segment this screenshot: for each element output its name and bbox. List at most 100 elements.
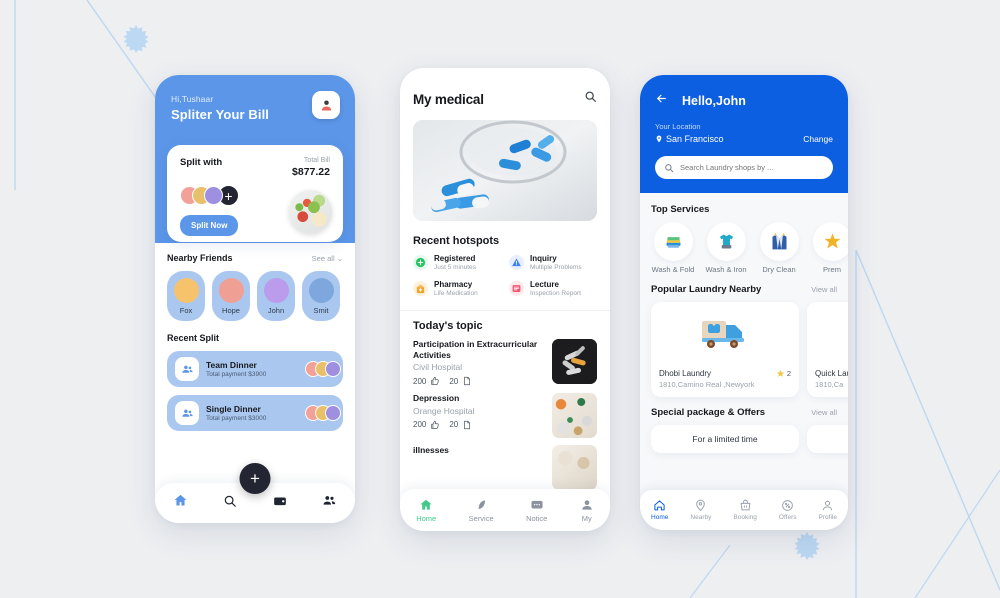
friend-name: John bbox=[267, 305, 285, 315]
nav-wallet-button[interactable] bbox=[273, 494, 287, 513]
split-subtitle: Total payment $3000 bbox=[206, 415, 267, 422]
service-label: Wash & Iron bbox=[705, 265, 747, 274]
nav-item-profile[interactable]: Profile bbox=[819, 499, 837, 521]
search-icon bbox=[665, 163, 674, 172]
recent-split-row[interactable]: Team Dinner Total payment $3900 bbox=[167, 351, 343, 387]
friend-name: Smit bbox=[313, 305, 329, 315]
topic-hospital: Orange Hospital bbox=[413, 405, 475, 416]
nav-home-button[interactable] bbox=[173, 493, 188, 513]
add-split-fab[interactable]: + bbox=[239, 463, 271, 494]
hotspot-item-pharmacy[interactable]: Pharmacy Life Medication bbox=[413, 280, 501, 297]
hotspot-item-inquiry[interactable]: Inquiry Multiple Problems bbox=[509, 254, 597, 271]
recent-split-row[interactable]: Single Dinner Total payment $3000 bbox=[167, 395, 343, 431]
people-icon bbox=[323, 496, 336, 505]
greeting-text: Hello,John bbox=[682, 94, 746, 108]
split-member-avatars bbox=[305, 405, 341, 421]
home-icon bbox=[654, 500, 665, 511]
map-pin-icon bbox=[656, 135, 662, 143]
recent-split-title: Recent Split bbox=[167, 333, 220, 343]
phone-laundry-app: Hello,John Your Location San Francisco C… bbox=[640, 75, 848, 530]
special-offers-title: Special package & Offers bbox=[651, 407, 766, 418]
nav-item-booking[interactable]: Booking bbox=[733, 499, 757, 521]
nav-item-home[interactable]: Home bbox=[416, 498, 436, 523]
total-bill-label: Total Bill bbox=[303, 157, 330, 164]
service-item-premium[interactable]: Prem bbox=[810, 222, 848, 274]
offer-card[interactable]: For a limited time bbox=[651, 425, 799, 453]
star-icon bbox=[776, 369, 784, 377]
top-services-title: Top Services bbox=[651, 204, 710, 215]
home-icon bbox=[174, 494, 187, 506]
nav-item-service[interactable]: Service bbox=[469, 498, 494, 523]
nav-item-notice[interactable]: Notice bbox=[526, 498, 547, 523]
friend-item[interactable]: John bbox=[257, 271, 295, 321]
split-now-button[interactable]: Split Now bbox=[180, 215, 239, 236]
split-member-avatars bbox=[305, 361, 341, 377]
hotspots-grid: Registered Just 5 minutes Inquiry Multip… bbox=[413, 254, 597, 297]
section-divider bbox=[400, 310, 610, 311]
service-label: Prem bbox=[823, 265, 841, 274]
popular-view-all-button[interactable]: View all bbox=[811, 285, 837, 294]
nav-item-home[interactable]: Home bbox=[651, 499, 668, 521]
like-count: 200 bbox=[413, 420, 427, 430]
nav-item-my[interactable]: My bbox=[580, 498, 594, 523]
nav-people-button[interactable] bbox=[322, 493, 337, 513]
doc-count: 20 bbox=[449, 376, 459, 386]
nav-item-offers[interactable]: Offers bbox=[779, 499, 797, 521]
nav-item-nearby[interactable]: Nearby bbox=[690, 499, 711, 521]
avatar bbox=[173, 277, 199, 303]
profile-avatar-button[interactable] bbox=[312, 91, 340, 119]
topic-item[interactable]: Depression Orange Hospital 200 20 bbox=[413, 393, 597, 439]
popular-section-header: Popular Laundry Nearby View all bbox=[651, 284, 837, 295]
shop-card[interactable]: Dhobi Laundry 2 1810,Camino Real ,Newyor… bbox=[651, 302, 799, 397]
change-location-button[interactable]: Change bbox=[803, 134, 833, 144]
participant-avatar[interactable] bbox=[204, 186, 223, 205]
back-button[interactable] bbox=[655, 92, 668, 110]
search-input[interactable] bbox=[680, 163, 824, 172]
nav-search-button[interactable] bbox=[223, 494, 237, 513]
search-button[interactable] bbox=[584, 90, 597, 108]
shop-address: 1810,Camino Real ,Newyork bbox=[659, 380, 755, 389]
message-icon bbox=[531, 500, 543, 508]
search-bar[interactable] bbox=[655, 156, 833, 179]
topic-thumbnail bbox=[552, 445, 597, 491]
shop-card[interactable]: Quick Lau 1810,Ca bbox=[807, 302, 848, 397]
person-icon bbox=[823, 500, 833, 511]
discount-icon bbox=[782, 500, 794, 511]
sparkle-icon-left bbox=[123, 25, 149, 53]
offers-view-all-button[interactable]: View all bbox=[811, 408, 837, 417]
avatar bbox=[263, 277, 289, 303]
nav-label: Booking bbox=[733, 514, 757, 521]
topic-item[interactable]: Participation in Extracurricular Activit… bbox=[413, 339, 597, 386]
nav-label: Home bbox=[416, 513, 437, 523]
hotspot-item-lecture[interactable]: Lecture Inspection Report bbox=[509, 280, 597, 297]
nearby-see-all-button[interactable]: See all ⌄ bbox=[312, 254, 343, 263]
split-name: Single Dinner bbox=[206, 404, 261, 414]
plus-circle-icon bbox=[413, 255, 428, 270]
service-item-dry-clean[interactable]: Dry Clean bbox=[757, 222, 801, 274]
offer-card[interactable] bbox=[807, 425, 848, 453]
map-pin-icon bbox=[696, 499, 706, 512]
avatar bbox=[308, 277, 334, 303]
split-with-label: Split with bbox=[180, 157, 223, 168]
split-body: Nearby Friends See all ⌄ Fox Hope John S… bbox=[155, 243, 355, 431]
service-item-wash-fold[interactable]: Wash & Fold bbox=[651, 222, 695, 274]
friend-item[interactable]: Hope bbox=[212, 271, 250, 321]
service-label: Dry Clean bbox=[762, 265, 796, 274]
nav-label: Service bbox=[468, 513, 494, 523]
avatar bbox=[325, 405, 341, 421]
group-people-icon bbox=[175, 357, 199, 381]
friend-item[interactable]: Fox bbox=[167, 271, 205, 321]
phone-medical-app: My medical Recent hotspots Registered Ju… bbox=[400, 68, 610, 531]
avatar bbox=[325, 361, 341, 377]
service-item-wash-iron[interactable]: Wash & Iron bbox=[704, 222, 748, 274]
thumbs-up-icon bbox=[431, 377, 440, 385]
friend-item[interactable]: Smit bbox=[302, 271, 340, 321]
medical-content: My medical Recent hotspots Registered Ju… bbox=[400, 68, 610, 491]
topic-item[interactable]: illnesses bbox=[413, 445, 597, 491]
nav-label: Offers bbox=[778, 514, 797, 521]
thumbs-up-icon bbox=[431, 420, 440, 429]
hotspot-item-registered[interactable]: Registered Just 5 minutes bbox=[413, 254, 501, 271]
avatar bbox=[218, 277, 244, 303]
basket-icon bbox=[740, 499, 751, 511]
laundry-body: Top Services Wash & Fold Wash & Iron Dry… bbox=[640, 193, 848, 530]
